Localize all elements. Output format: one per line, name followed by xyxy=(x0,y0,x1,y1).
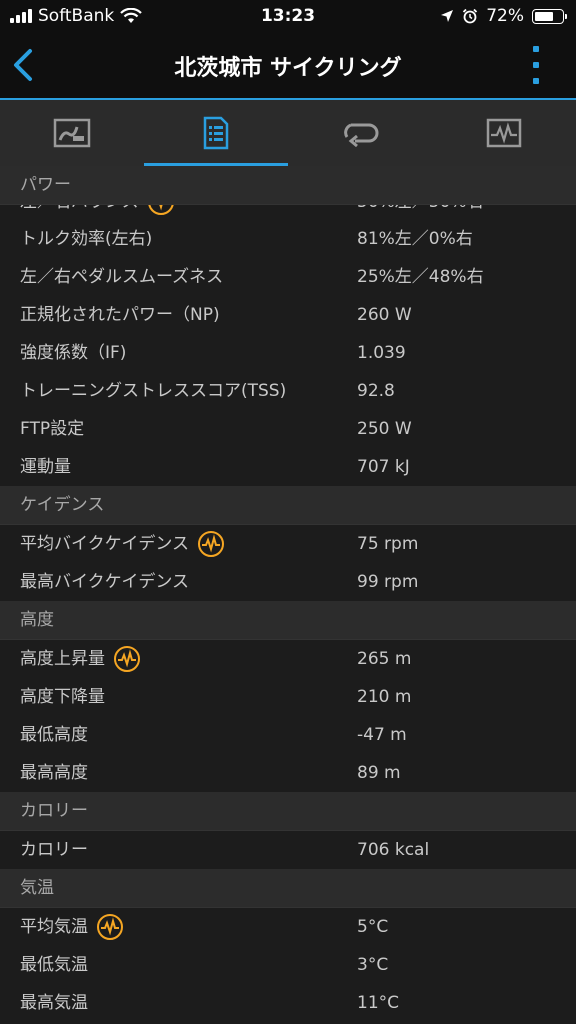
stat-label: 最高気温 xyxy=(20,993,88,1013)
stat-row-min-elevation: 最低高度 -47 m xyxy=(0,716,576,754)
stat-label: 高度上昇量 xyxy=(20,640,141,678)
stats-list-icon xyxy=(203,116,229,150)
stat-label: FTP設定 xyxy=(20,419,85,439)
stat-value: 50%左／50%右 xyxy=(357,205,484,220)
stat-value: -47 m xyxy=(357,725,407,745)
section-cadence-header: ケイデンス xyxy=(0,486,576,525)
map-chart-icon xyxy=(53,118,91,148)
tab-graphs[interactable] xyxy=(432,100,576,166)
stat-label: 高度下降量 xyxy=(20,687,105,707)
section-elevation-header: 高度 xyxy=(0,601,576,640)
stat-label: 平均気温 xyxy=(20,908,124,946)
stat-row-elevation-gain: 高度上昇量 265 m xyxy=(0,640,576,678)
graph-wave-icon[interactable] xyxy=(147,205,175,216)
graph-wave-icon[interactable] xyxy=(197,530,225,558)
stat-value: 89 m xyxy=(357,763,401,783)
section-power-header: パワー xyxy=(0,166,576,205)
stat-row-avg-temp: 平均気温 5°C xyxy=(0,908,576,946)
stat-row-ftp: FTP設定 250 W xyxy=(0,410,576,448)
tab-laps[interactable] xyxy=(288,100,432,166)
stat-value: 265 m xyxy=(357,649,412,669)
stat-value: 81%左／0%右 xyxy=(357,229,473,249)
stat-row-work: 運動量 707 kJ xyxy=(0,448,576,486)
stat-row-elevation-loss: 高度下降量 210 m xyxy=(0,678,576,716)
stat-value: 3°C xyxy=(357,955,389,975)
stat-label: 左／右ペダルスムーズネス xyxy=(20,267,224,287)
location-arrow-icon xyxy=(441,10,454,22)
stat-label: トルク効率(左右) xyxy=(20,229,153,249)
stat-value: 25%左／48%右 xyxy=(357,267,484,287)
stat-row-tss: トレーニングストレススコア(TSS) 92.8 xyxy=(0,372,576,410)
stat-row-torque-effectiveness: トルク効率(左右) 81%左／0%右 xyxy=(0,220,576,258)
page-title: 北茨城市 サイクリング xyxy=(174,56,402,81)
stat-row-pedal-smoothness: 左／右ペダルスムーズネス 25%左／48%右 xyxy=(0,258,576,296)
stat-label: 最低気温 xyxy=(20,955,88,975)
stat-row-lr-balance: 左／右バランス 50%左／50%右 xyxy=(0,205,576,220)
stat-row-intensity-factor: 強度係数（IF) 1.039 xyxy=(0,334,576,372)
stat-value: 210 m xyxy=(357,687,412,707)
stat-value: 260 W xyxy=(357,305,412,325)
stats-list[interactable]: パワー 左／右バランス 50%左／50%右 トルク効率(左右) 81%左／0%右… xyxy=(0,166,576,1024)
battery-percent: 72% xyxy=(486,6,524,26)
graph-icon xyxy=(486,118,522,148)
stat-label: カロリー xyxy=(20,840,88,860)
stat-value: 250 W xyxy=(357,419,412,439)
stat-row-avg-cadence: 平均バイクケイデンス 75 rpm xyxy=(0,525,576,563)
stat-value: 75 rpm xyxy=(357,534,419,554)
graph-wave-icon[interactable] xyxy=(96,913,124,941)
stat-label: 最高バイクケイデンス xyxy=(20,572,189,592)
stat-label: 平均バイクケイデンス xyxy=(20,525,225,563)
stat-row-calories: カロリー 706 kcal xyxy=(0,831,576,869)
stat-label: トレーニングストレススコア(TSS) xyxy=(20,381,287,401)
stat-label: 正規化されたパワー（NP) xyxy=(20,305,220,325)
graph-wave-icon[interactable] xyxy=(113,645,141,673)
battery-icon xyxy=(532,8,567,24)
alarm-icon xyxy=(463,8,478,24)
stat-value: 707 kJ xyxy=(357,457,410,477)
stat-label: 運動量 xyxy=(20,457,71,477)
stat-value: 5°C xyxy=(357,917,389,937)
tab-bar xyxy=(0,100,576,166)
stat-label: 強度係数（IF) xyxy=(20,343,127,363)
stat-value: 92.8 xyxy=(357,381,395,401)
stat-value: 11°C xyxy=(357,993,400,1013)
stat-row-max-elevation: 最高高度 89 m xyxy=(0,754,576,792)
more-options-icon[interactable] xyxy=(532,46,540,84)
stat-label: 最低高度 xyxy=(20,725,88,745)
stat-row-normalized-power: 正規化されたパワー（NP) 260 W xyxy=(0,296,576,334)
stat-value: 1.039 xyxy=(357,343,406,363)
stat-row-max-cadence: 最高バイクケイデンス 99 rpm xyxy=(0,563,576,601)
status-bar: SoftBank 13:23 72% xyxy=(0,0,576,32)
stat-row-max-temp: 最高気温 11°C xyxy=(0,984,576,1022)
stat-value: 99 rpm xyxy=(357,572,419,592)
tab-stats[interactable] xyxy=(144,100,288,166)
tab-map[interactable] xyxy=(0,100,144,166)
stat-label: 左／右バランス xyxy=(20,205,175,220)
stat-row-min-temp: 最低気温 3°C xyxy=(0,946,576,984)
stat-label: 最高高度 xyxy=(20,763,88,783)
section-temperature-header: 気温 xyxy=(0,869,576,908)
stat-value: 706 kcal xyxy=(357,840,430,860)
nav-bar: 北茨城市 サイクリング xyxy=(0,32,576,100)
laps-repeat-icon xyxy=(344,123,379,147)
section-calories-header: カロリー xyxy=(0,792,576,831)
